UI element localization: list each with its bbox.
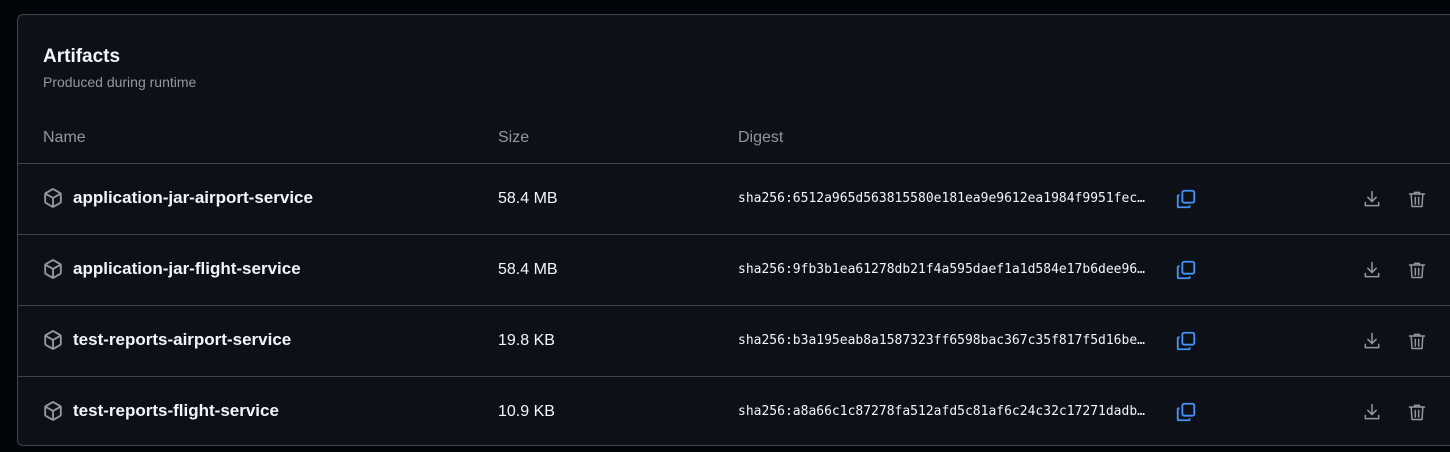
trash-icon (1407, 402, 1427, 422)
copy-icon (1175, 188, 1197, 210)
artifact-name-link[interactable]: application-jar-airport-service (73, 188, 313, 208)
copy-icon (1175, 259, 1197, 281)
artifact-digest: sha256:9fb3b1ea61278db21f4a595daef1a1d58… (738, 262, 1145, 277)
trash-icon (1407, 331, 1427, 351)
delete-button[interactable] (1405, 187, 1429, 211)
column-header-name: Name (43, 129, 86, 146)
copy-icon (1175, 401, 1197, 423)
artifact-digest: sha256:b3a195eab8a1587323ff6598bac367c35… (738, 333, 1145, 348)
copy-digest-button[interactable] (1174, 258, 1198, 282)
artifact-size: 58.4 MB (498, 261, 558, 278)
package-icon (43, 330, 63, 350)
artifact-name-link[interactable]: test-reports-airport-service (73, 330, 291, 350)
artifact-name-link[interactable]: test-reports-flight-service (73, 401, 279, 421)
table-row: test-reports-airport-service 19.8 KB sha… (18, 305, 1450, 376)
artifact-size: 58.4 MB (498, 190, 558, 207)
table-row: application-jar-flight-service 58.4 MB s… (18, 234, 1450, 305)
copy-digest-button[interactable] (1174, 400, 1198, 424)
artifacts-title: Artifacts (43, 46, 121, 67)
download-icon (1362, 189, 1382, 209)
download-button[interactable] (1360, 329, 1384, 353)
artifact-name-cell: test-reports-flight-service (43, 401, 279, 421)
artifact-size: 10.9 KB (498, 403, 555, 420)
download-button[interactable] (1360, 400, 1384, 424)
download-icon (1362, 331, 1382, 351)
trash-icon (1407, 189, 1427, 209)
copy-digest-button[interactable] (1174, 329, 1198, 353)
artifacts-table-body: application-jar-airport-service 58.4 MB … (18, 163, 1450, 445)
artifacts-header: Artifacts Produced during runtime (43, 46, 196, 91)
artifact-name-cell: application-jar-airport-service (43, 188, 313, 208)
artifacts-subtitle: Produced during runtime (43, 74, 197, 90)
artifact-name-cell: test-reports-airport-service (43, 330, 291, 350)
table-row: application-jar-airport-service 58.4 MB … (18, 163, 1450, 234)
download-button[interactable] (1360, 187, 1384, 211)
package-icon (43, 188, 63, 208)
download-icon (1362, 402, 1382, 422)
package-icon (43, 401, 63, 421)
package-icon (43, 259, 63, 279)
trash-icon (1407, 260, 1427, 280)
download-button[interactable] (1360, 258, 1384, 282)
delete-button[interactable] (1405, 400, 1429, 424)
copy-digest-button[interactable] (1174, 187, 1198, 211)
delete-button[interactable] (1405, 329, 1429, 353)
artifact-digest: sha256:6512a965d563815580e181ea9e9612ea1… (738, 191, 1145, 206)
artifact-name-cell: application-jar-flight-service (43, 259, 301, 279)
delete-button[interactable] (1405, 258, 1429, 282)
download-icon (1362, 260, 1382, 280)
artifact-digest: sha256:a8a66c1c87278fa512afd5c81af6c24c3… (738, 404, 1145, 419)
column-header-size: Size (498, 129, 530, 146)
artifacts-panel: Artifacts Produced during runtime Name S… (17, 14, 1450, 446)
column-header-digest: Digest (738, 129, 784, 146)
artifact-size: 19.8 KB (498, 332, 555, 349)
artifact-name-link[interactable]: application-jar-flight-service (73, 259, 301, 279)
copy-icon (1175, 330, 1197, 352)
table-row: test-reports-flight-service 10.9 KB sha2… (18, 376, 1450, 445)
table-header: Name Size Digest (18, 127, 1450, 163)
